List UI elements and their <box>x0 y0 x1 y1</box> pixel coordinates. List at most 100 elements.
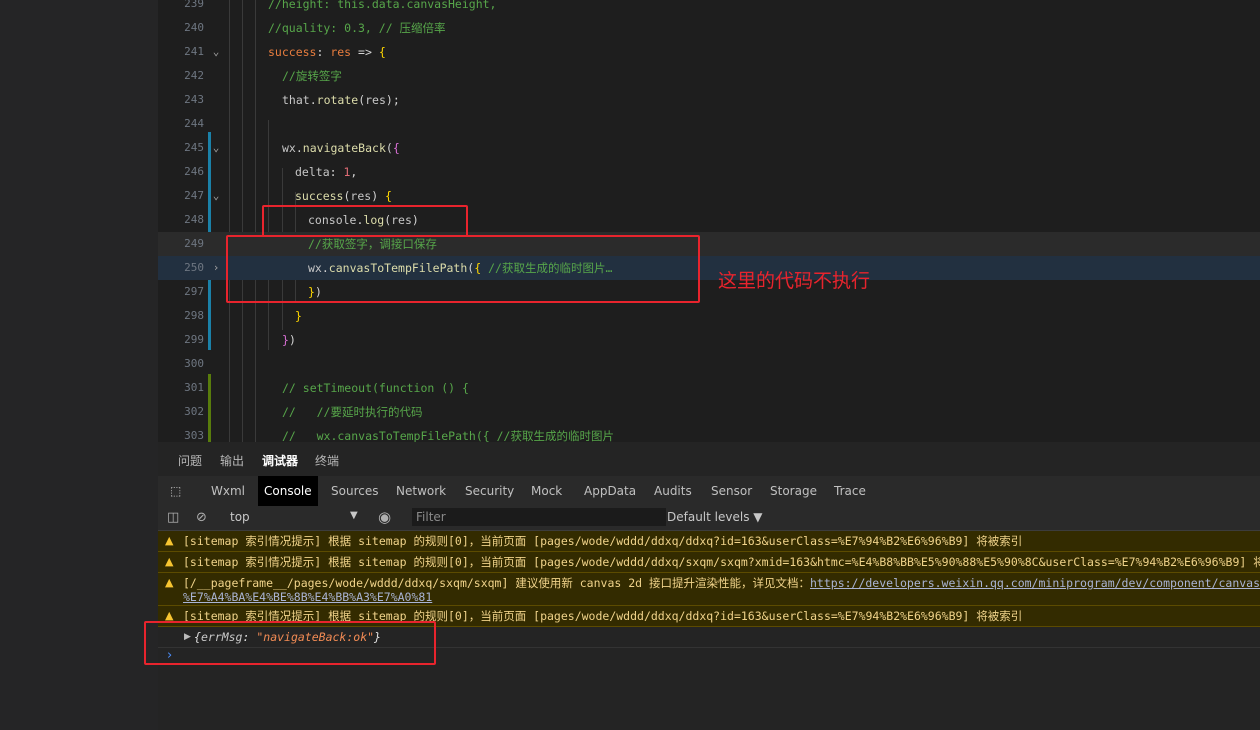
code-line[interactable]: 303 // wx.canvasToTempFilePath({ //获取生成的临… <box>158 424 1260 442</box>
code-line[interactable]: 299}) <box>158 328 1260 352</box>
code-token: res <box>350 189 372 203</box>
code-editor[interactable]: 239 //height: this.data.canvasHeight, 240 /… <box>158 0 1260 442</box>
line-number: 302 <box>184 405 204 418</box>
devtools-tabs: ⬚ Wxml Console Sources Network Security Mock Ap… <box>158 476 1260 507</box>
devtools-tab-trace[interactable]: Trace <box>828 476 872 506</box>
fold-collapsed-icon[interactable]: › <box>210 256 222 280</box>
line-number: 303 <box>184 429 204 442</box>
code-text: // setTimeout(function () { <box>282 376 469 400</box>
code-token: ) <box>371 189 386 203</box>
code-token: . <box>309 93 317 107</box>
line-number: 243 <box>184 93 204 106</box>
code-token: } <box>282 333 289 347</box>
code-line[interactable]: 246 delta: 1, <box>158 160 1260 184</box>
code-text: wx.navigateBack({ <box>282 136 400 160</box>
devtools-tab-sources[interactable]: Sources <box>325 476 384 506</box>
code-line[interactable]: 243 that.rotate(res); <box>158 88 1260 112</box>
code-line[interactable]: 241 ⌄ success: res => { <box>158 40 1260 64</box>
annotation-label: 这里的代码不执行 <box>718 270 871 292</box>
line-number: 240 <box>184 21 204 34</box>
fold-expanded-icon[interactable]: ⌄ <box>210 184 222 208</box>
code-token: { <box>378 45 386 59</box>
devtools-tab-sensor[interactable]: Sensor <box>705 476 758 506</box>
line-number: 247 <box>184 189 204 202</box>
warning-icon: ▲ <box>165 534 174 547</box>
code-text: //quality: 0.3, // 压缩倍率 <box>268 16 446 40</box>
line-number: 299 <box>184 333 204 346</box>
code-token: ) <box>288 333 296 347</box>
docs-link-continued[interactable]: %E7%A4%BA%E4%BE%8B%E4%BB%A3%E7%A0%81 <box>183 590 432 604</box>
left-sidebar-strip <box>0 0 158 730</box>
code-token: //旋转签字 <box>282 69 342 83</box>
line-number: 246 <box>184 165 204 178</box>
code-text: //height: this.data.canvasHeight, <box>268 0 496 16</box>
annotation-box-console-output <box>144 621 436 665</box>
devtools-tab-console[interactable]: Console <box>258 476 318 506</box>
panel-tab-1[interactable]: 输出 <box>220 452 244 469</box>
line-number: 248 <box>184 213 204 226</box>
code-line[interactable]: 298} <box>158 304 1260 328</box>
fold-expanded-icon[interactable]: ⌄ <box>210 40 222 64</box>
code-token: // setTimeout(function () { <box>282 381 469 395</box>
code-token: // wx.canvasToTempFilePath({ //获取生成的临时图片 <box>282 429 614 442</box>
code-token: : <box>329 165 344 179</box>
context-value: top <box>230 510 250 524</box>
devtools-tab-security[interactable]: Security <box>459 476 520 506</box>
sidebar-toggle-icon[interactable]: ◫ <box>167 510 179 525</box>
docs-link[interactable]: https://developers.weixin.qq.com/minipro… <box>810 576 1260 590</box>
devtools-tab-network[interactable]: Network <box>390 476 452 506</box>
code-token: success <box>295 189 344 203</box>
devtools-tab-appdata[interactable]: AppData <box>578 476 642 506</box>
devtools-tab-storage[interactable]: Storage <box>764 476 823 506</box>
code-token: wx <box>282 141 296 155</box>
code-text: success: res => { <box>268 40 386 64</box>
code-token: , <box>350 165 358 179</box>
devtools-tab-mock[interactable]: Mock <box>525 476 568 506</box>
line-number: 245 <box>184 141 204 154</box>
code-token: ( <box>385 141 393 155</box>
code-text: } <box>295 304 302 328</box>
fold-expanded-icon[interactable]: ⌄ <box>210 136 222 160</box>
filter-input[interactable] <box>412 508 666 526</box>
panel-tab-3[interactable]: 终端 <box>315 452 339 469</box>
code-token: // //要延时执行的代码 <box>282 405 423 419</box>
chevron-down-icon: ▼ <box>350 510 358 521</box>
panel-tab-2[interactable]: 调试器 <box>262 452 298 469</box>
line-number: 250 <box>184 261 204 274</box>
code-token: : <box>316 45 331 59</box>
eye-icon[interactable]: ◉ <box>378 508 391 526</box>
clear-console-icon[interactable]: ⊘ <box>196 510 207 525</box>
code-token: ); <box>385 93 400 107</box>
panel-tab-0[interactable]: 问题 <box>178 452 202 469</box>
code-token: { <box>392 141 400 155</box>
line-number: 242 <box>184 69 204 82</box>
code-line[interactable]: 301 // setTimeout(function () { <box>158 376 1260 400</box>
line-number: 298 <box>184 309 204 322</box>
code-token: => <box>351 45 379 59</box>
console-toolbar: ◫ ⊘ top ▼ ◉ Default levels ▼ <box>158 506 1260 531</box>
code-token: //height: this.data.canvasHeight, <box>268 0 497 11</box>
line-number: 239 <box>184 0 204 10</box>
code-line[interactable]: 245 ⌄ wx.navigateBack({ <box>158 136 1260 160</box>
context-selector[interactable]: top ▼ <box>230 510 358 524</box>
panel-tabs: 问题 输出 调试器 终端 <box>158 442 1260 476</box>
code-line[interactable]: 300 <box>158 352 1260 376</box>
code-token: //quality: 0.3, // 压缩倍率 <box>268 21 446 35</box>
code-token: that <box>282 93 310 107</box>
devtools-tab-wxml[interactable]: Wxml <box>205 476 251 506</box>
code-line[interactable]: 244 <box>158 112 1260 136</box>
default-levels-dropdown[interactable]: Default levels ▼ <box>667 510 763 524</box>
code-token: delta <box>295 165 330 179</box>
code-text: //旋转签字 <box>282 64 342 88</box>
code-token: res <box>365 93 386 107</box>
code-line[interactable]: 302 // //要延时执行的代码 <box>158 400 1260 424</box>
line-number: 297 <box>184 285 204 298</box>
code-line[interactable]: 239 //height: this.data.canvasHeight, <box>158 0 1260 16</box>
code-line[interactable]: 240 //quality: 0.3, // 压缩倍率 <box>158 16 1260 40</box>
devtools-tab-audits[interactable]: Audits <box>648 476 698 506</box>
annotation-box-not-executed <box>226 235 700 303</box>
inspect-element-icon[interactable]: ⬚ <box>164 476 187 506</box>
code-text: // wx.canvasToTempFilePath({ //获取生成的临时图片 <box>282 424 614 442</box>
code-line[interactable]: 242 //旋转签字 <box>158 64 1260 88</box>
code-text: // //要延时执行的代码 <box>282 400 422 424</box>
